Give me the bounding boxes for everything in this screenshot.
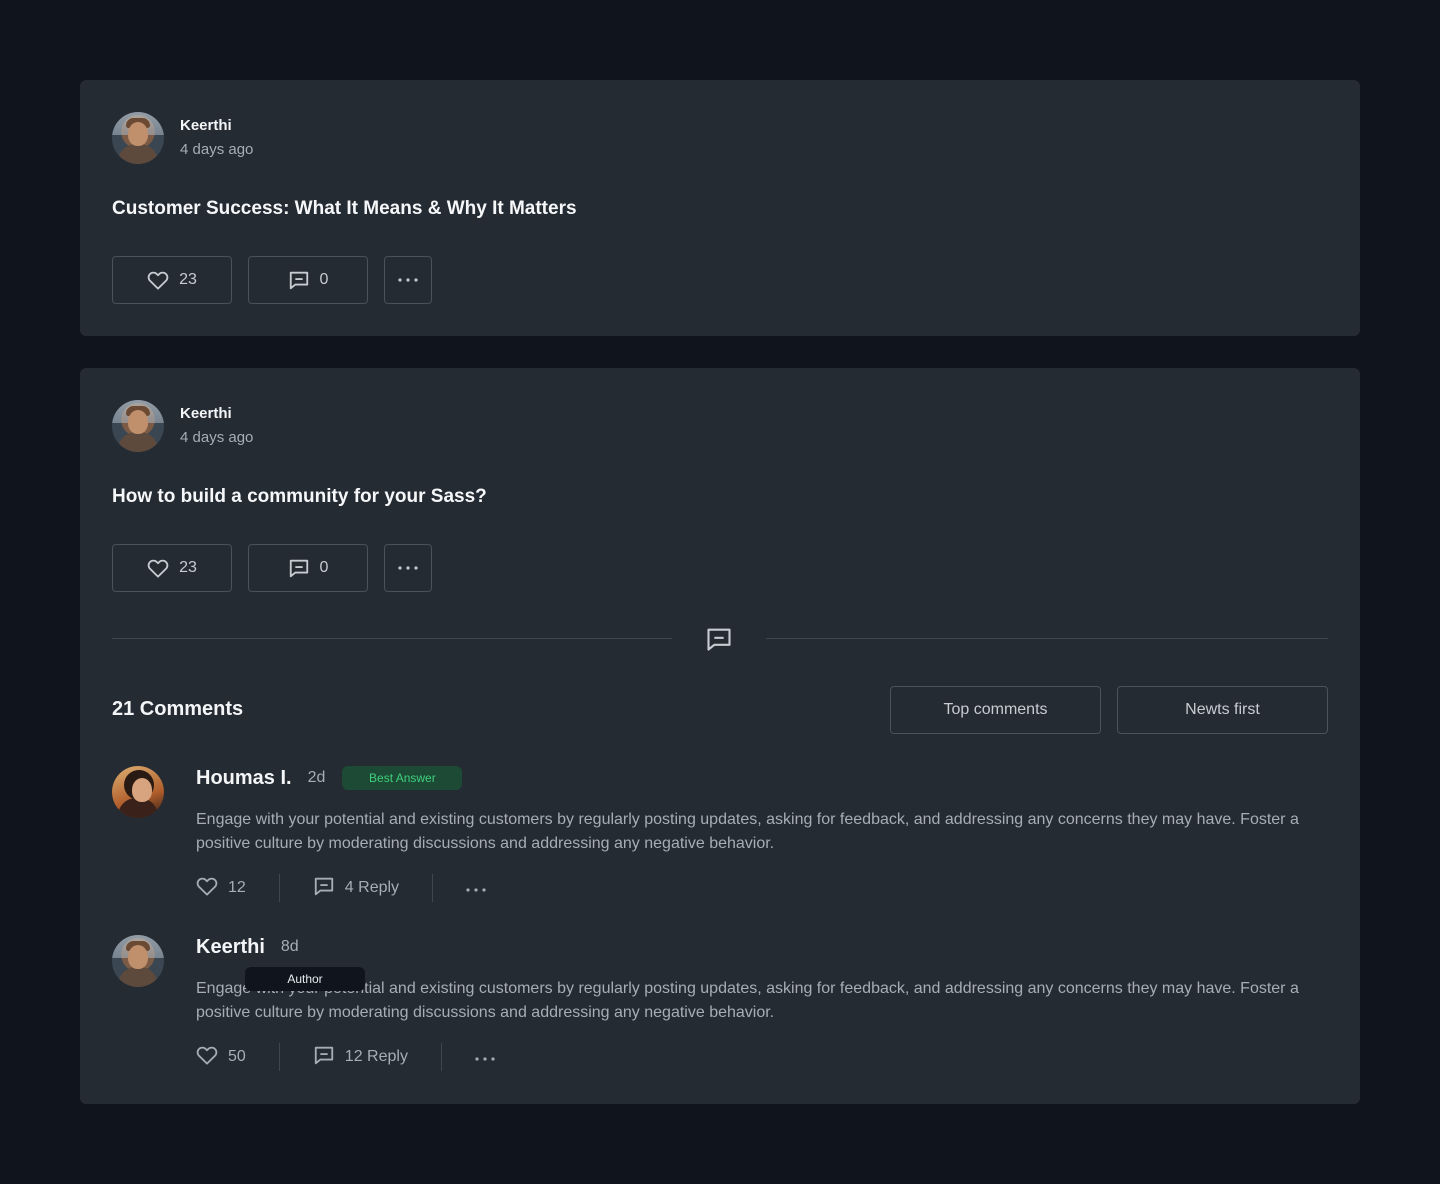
like-button[interactable]: 23 [112, 256, 232, 304]
comment-icon [313, 875, 335, 902]
comment-icon [288, 557, 310, 579]
comment-button[interactable]: 0 [248, 256, 368, 304]
more-icon [475, 1048, 495, 1066]
sort-top-comments-button[interactable]: Top comments [890, 686, 1101, 734]
comment-icon [288, 269, 310, 291]
avatar[interactable] [112, 766, 164, 818]
comment-icon [704, 625, 734, 658]
post-author: Keerthi 4 days ago [112, 400, 253, 452]
post-card: Keerthi 4 days ago How to build a commun… [80, 368, 1360, 1104]
post-time: 4 days ago [180, 141, 254, 158]
avatar[interactable] [112, 112, 164, 164]
comments-header: 21 Comments Top comments Newts first [112, 686, 1328, 734]
best-answer-badge: Best Answer [342, 766, 463, 790]
author-name[interactable]: Keerthi [180, 404, 253, 424]
comment-more-button[interactable] [466, 879, 486, 897]
comment-count: 0 [319, 271, 329, 288]
comment-count: 0 [319, 559, 329, 576]
avatar[interactable] [112, 400, 164, 452]
comments-count: 21 Comments [112, 698, 244, 720]
post-actions: 23 0 [112, 256, 432, 304]
more-button[interactable] [384, 544, 432, 592]
comment-time: 8d [280, 938, 299, 955]
comment-like-count: 50 [228, 1048, 246, 1065]
comment-time: 2d [307, 769, 326, 786]
comment-like-button[interactable]: 12 [196, 876, 246, 901]
reply-button[interactable]: 4 Reply [313, 875, 399, 902]
post-title[interactable]: How to build a community for your Sass? [112, 486, 487, 508]
author-badge: Author [245, 967, 365, 991]
comments-divider [112, 628, 1328, 651]
more-icon [466, 879, 486, 897]
comment-text: Engage with your potential and existing … [196, 980, 1299, 1021]
reply-count: 12 Reply [344, 1048, 408, 1065]
more-button[interactable] [384, 256, 432, 304]
more-icon [398, 566, 418, 570]
commenter-name[interactable]: Keerthi [196, 936, 265, 959]
author-name[interactable]: Keerthi [180, 116, 253, 136]
reply-count: 4 Reply [344, 879, 400, 896]
like-count: 23 [179, 271, 197, 288]
post-title[interactable]: Customer Success: What It Means & Why It… [112, 198, 577, 220]
post-card: Keerthi 4 days ago Customer Success: Wha… [80, 80, 1360, 336]
reply-button[interactable]: 12 Reply [313, 1044, 408, 1071]
sort-options: Top comments Newts first [890, 686, 1328, 734]
heart-icon [147, 558, 169, 578]
comment-like-button[interactable]: 50 [196, 1045, 246, 1070]
heart-icon [147, 270, 169, 290]
avatar[interactable] [112, 935, 164, 987]
comment-actions: 12 4 Reply [196, 874, 1328, 902]
post-author: Keerthi 4 days ago [112, 112, 253, 164]
commenter-name[interactable]: Houmas I. [196, 767, 292, 790]
heart-icon [196, 1045, 218, 1070]
post-time: 4 days ago [180, 429, 254, 446]
heart-icon [196, 876, 218, 901]
post-actions: 23 0 [112, 544, 432, 592]
comment-more-button[interactable] [475, 1048, 495, 1066]
comment-actions: 50 12 Reply [196, 1043, 1328, 1071]
like-count: 23 [179, 559, 197, 576]
sort-newest-first-button[interactable]: Newts first [1117, 686, 1328, 734]
comment-button[interactable]: 0 [248, 544, 368, 592]
more-icon [398, 278, 418, 282]
comment-like-count: 12 [228, 879, 246, 896]
comment-text: Engage with your potential and existing … [196, 811, 1299, 852]
like-button[interactable]: 23 [112, 544, 232, 592]
comment-icon [313, 1044, 335, 1071]
